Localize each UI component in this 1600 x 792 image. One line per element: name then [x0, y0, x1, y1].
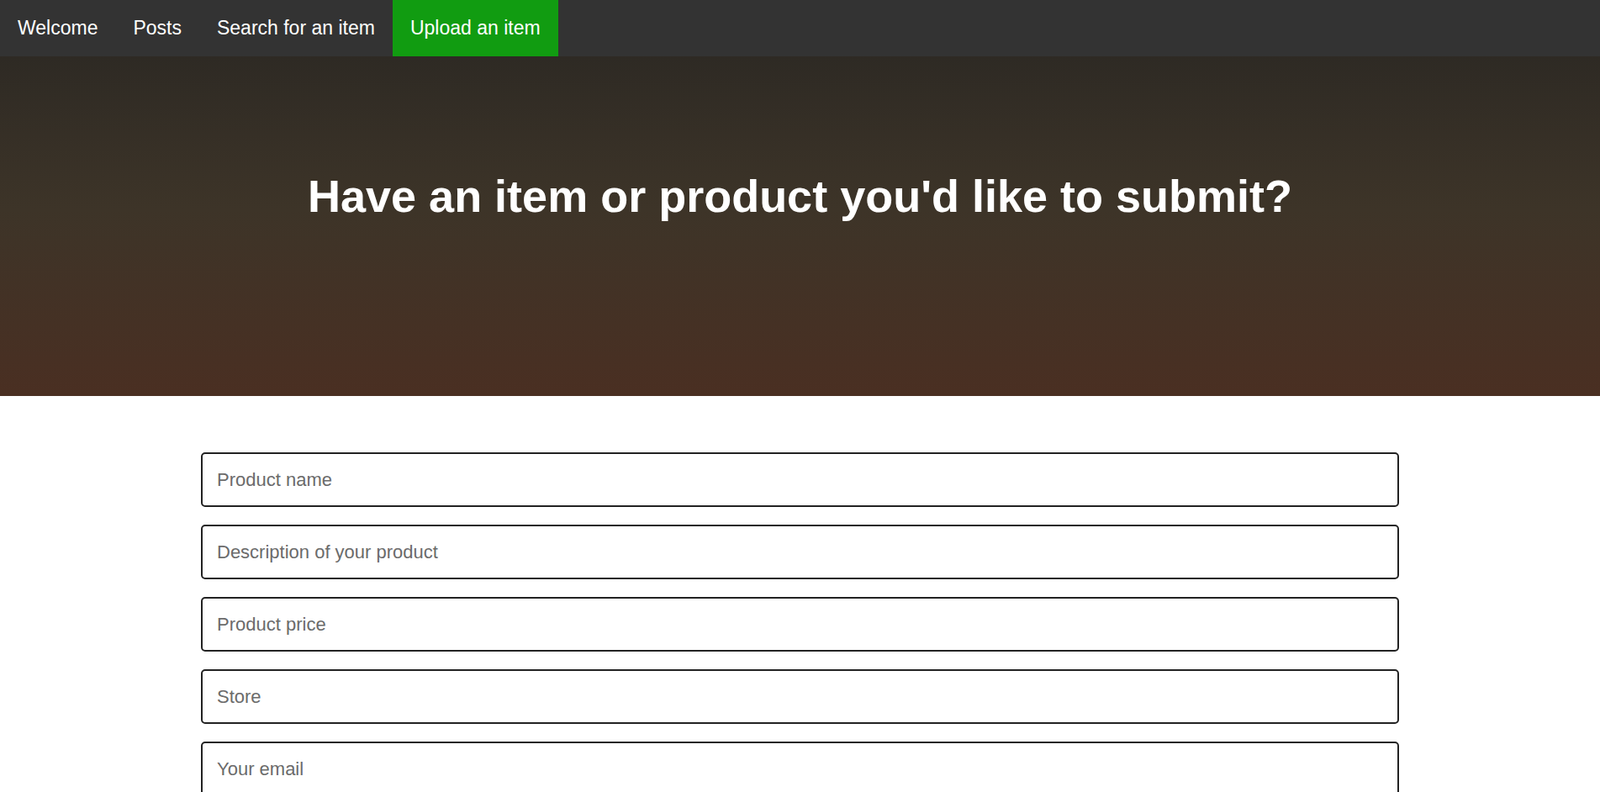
nav-item[interactable]: Welcome	[0, 0, 116, 57]
nav-item[interactable]: Search for an item	[199, 0, 393, 57]
form-input[interactable]	[200, 596, 1400, 652]
nav-item[interactable]: Posts	[115, 0, 200, 57]
nav-item[interactable]: Upload an item	[392, 0, 559, 57]
hero-title: Have an item or product you'd like to su…	[307, 168, 1293, 226]
hero-banner: Have an item or product you'd like to su…	[0, 56, 1600, 397]
form-input[interactable]	[200, 669, 1400, 724]
nav-bar: WelcomePostsSearch for an itemUpload an …	[0, 0, 1600, 57]
upload-form	[200, 452, 1400, 792]
form-input[interactable]	[200, 452, 1400, 507]
form-input[interactable]	[200, 524, 1400, 580]
form-input[interactable]	[200, 741, 1400, 792]
page: WelcomePostsSearch for an itemUpload an …	[0, 0, 1600, 792]
